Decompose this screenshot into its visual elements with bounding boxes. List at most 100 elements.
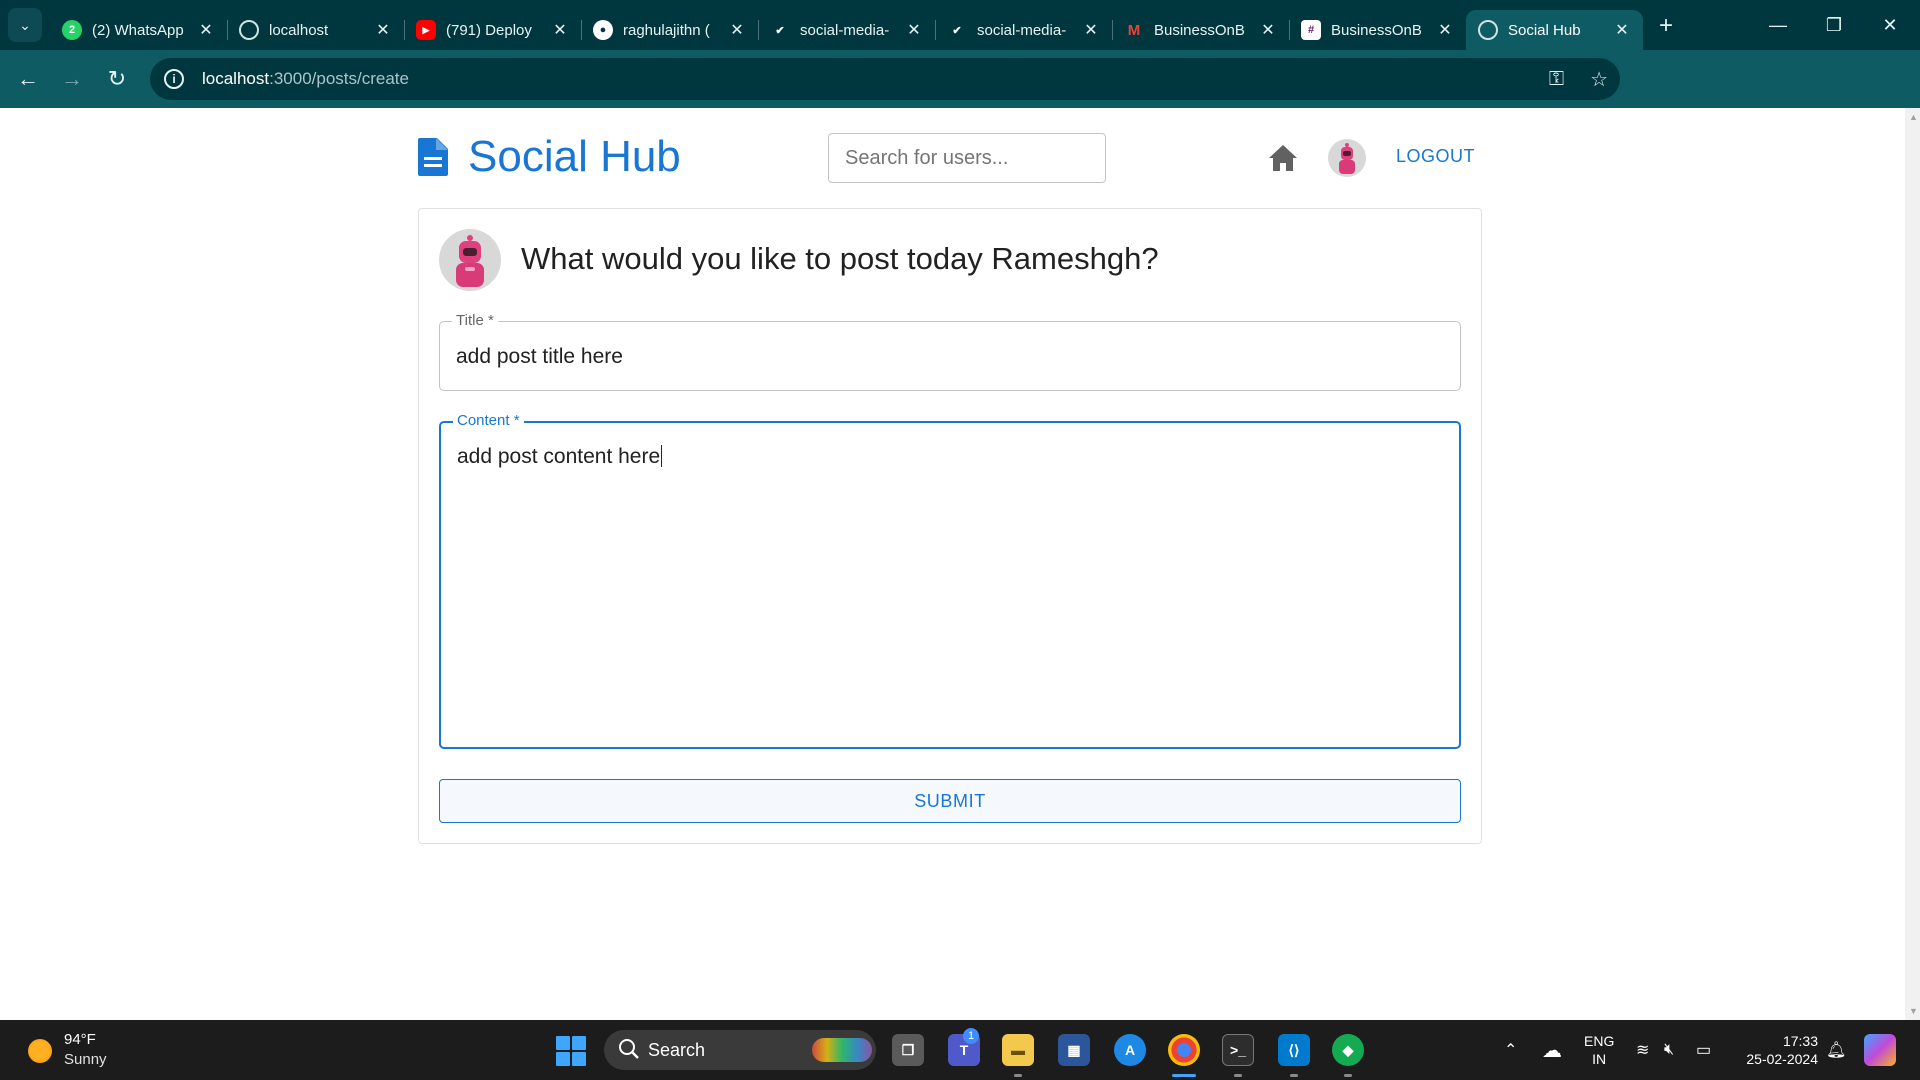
- content-field[interactable]: Content * add post content here: [439, 412, 1461, 749]
- submit-button[interactable]: SUBMIT: [439, 779, 1461, 823]
- app-running-indicator: [1014, 1074, 1022, 1077]
- tab-whatsapp[interactable]: 2 (2) WhatsApp ✕: [50, 10, 227, 50]
- notification-badge: 1: [963, 1028, 979, 1044]
- tab-social-media-1[interactable]: ✔ social-media- ✕: [758, 10, 935, 50]
- title-field[interactable]: Title * add post title here: [439, 312, 1461, 391]
- restore-button[interactable]: ❐: [1806, 0, 1862, 50]
- tab-slack[interactable]: # BusinessOnB ✕: [1289, 10, 1466, 50]
- text-caret: [661, 445, 663, 467]
- clock[interactable]: 17:33 25-02-2024: [1738, 1032, 1818, 1068]
- tab-title: BusinessOnB: [1331, 21, 1422, 39]
- close-icon[interactable]: ✕: [374, 20, 392, 40]
- tab-title: raghulajithn (: [623, 21, 710, 39]
- document-icon: [418, 138, 448, 176]
- tab-title: social-media-: [977, 21, 1067, 39]
- site-info-icon[interactable]: i: [164, 69, 184, 89]
- close-icon[interactable]: ✕: [728, 20, 746, 40]
- search-icon: [619, 1039, 639, 1059]
- post-prompt-heading: What would you like to post today Ramesh…: [521, 241, 1159, 276]
- slack-icon: #: [1301, 20, 1321, 40]
- onedrive-cloud-icon[interactable]: ☁: [1542, 1020, 1562, 1080]
- minimize-icon: —: [1769, 14, 1787, 35]
- search-users-input[interactable]: [828, 133, 1106, 183]
- render-icon: ✔: [952, 24, 962, 37]
- tab-title: BusinessOnB: [1154, 21, 1245, 39]
- app-active-indicator: [1172, 1074, 1196, 1077]
- avatar: [439, 229, 501, 291]
- taskbar-search[interactable]: Search: [604, 1030, 876, 1070]
- globe-icon: [1478, 20, 1498, 40]
- tab-search-button[interactable]: ⌄: [8, 8, 42, 42]
- chevron-down-icon: ⌄: [19, 16, 31, 33]
- app-running-indicator: [1344, 1074, 1352, 1077]
- tab-github[interactable]: ● raghulajithn ( ✕: [581, 10, 758, 50]
- robot-avatar-icon: [1339, 143, 1355, 174]
- github-icon: ●: [593, 20, 613, 40]
- mongodb-compass-icon[interactable]: ◆: [1332, 1034, 1364, 1066]
- chrome-icon[interactable]: [1168, 1034, 1200, 1066]
- tab-gmail[interactable]: M BusinessOnB ✕: [1112, 10, 1289, 50]
- weather-condition[interactable]: Sunny: [64, 1051, 107, 1068]
- task-view-icon[interactable]: ❐: [892, 1034, 924, 1066]
- vscode-icon[interactable]: ⟨⟩: [1278, 1034, 1310, 1066]
- title-label: Title *: [452, 312, 498, 330]
- content-textarea-value[interactable]: add post content here: [457, 445, 663, 469]
- content-label: Content *: [453, 412, 524, 430]
- reload-icon: ↻: [107, 66, 127, 91]
- password-key-icon[interactable]: ⚿: [1549, 68, 1564, 91]
- weather-temperature[interactable]: 94°F: [64, 1031, 96, 1048]
- windows-taskbar: 94°F Sunny Search ❐ T 1 ▬ ▦ A >_ ⟨⟩ ◆ ⌃ …: [0, 1020, 1920, 1080]
- close-icon[interactable]: ✕: [1613, 20, 1631, 40]
- youtube-icon: ▶: [416, 20, 436, 40]
- scroll-up-icon[interactable]: ▲: [1909, 112, 1918, 122]
- language-code: ENG: [1584, 1033, 1615, 1049]
- address-bar[interactable]: i localhost:3000/posts/create ⚿ ☆: [150, 58, 1620, 100]
- brand-title[interactable]: Social Hub: [468, 132, 681, 182]
- tab-social-hub[interactable]: Social Hub ✕: [1466, 10, 1643, 50]
- url-text[interactable]: localhost:3000/posts/create: [202, 69, 409, 89]
- copilot-icon[interactable]: [1864, 1034, 1896, 1066]
- app-running-indicator: [1290, 1074, 1298, 1077]
- close-icon[interactable]: ✕: [1082, 20, 1100, 40]
- holi-doodle-icon: [812, 1038, 872, 1062]
- avatar[interactable]: [1328, 139, 1366, 177]
- logout-link[interactable]: LOGOUT: [1396, 146, 1475, 167]
- close-icon[interactable]: ✕: [197, 20, 215, 40]
- battery-icon[interactable]: ▭: [1696, 1020, 1711, 1080]
- browser-toolbar: ← → ↻ i localhost:3000/posts/create ⚿ ☆ …: [0, 50, 1920, 143]
- tab-youtube[interactable]: ▶ (791) Deploy ✕: [404, 10, 581, 50]
- speaker-muted-icon[interactable]: 🔇︎: [1664, 1020, 1674, 1080]
- close-icon[interactable]: ✕: [905, 20, 923, 40]
- forward-button[interactable]: →: [50, 57, 94, 101]
- page-scrollbar[interactable]: ▲ ▼: [1905, 108, 1920, 1020]
- windows-start-icon[interactable]: [556, 1036, 586, 1066]
- chevron-up-icon[interactable]: ⌃: [1504, 1020, 1517, 1080]
- store-icon[interactable]: ▦: [1058, 1034, 1090, 1066]
- terminal-icon[interactable]: >_: [1222, 1034, 1254, 1066]
- wifi-icon[interactable]: ≋: [1636, 1020, 1649, 1080]
- back-button[interactable]: ←: [6, 57, 50, 101]
- app-a-icon[interactable]: A: [1114, 1034, 1146, 1066]
- reload-button[interactable]: ↻: [95, 57, 139, 101]
- back-arrow-icon: ←: [17, 66, 39, 91]
- title-input-value[interactable]: add post title here: [456, 345, 623, 369]
- minimize-button[interactable]: —: [1750, 0, 1806, 50]
- close-icon[interactable]: ✕: [1259, 20, 1277, 40]
- tab-social-media-2[interactable]: ✔ social-media- ✕: [935, 10, 1112, 50]
- whatsapp-icon: 2: [62, 20, 82, 40]
- tab-localhost[interactable]: localhost ✕: [227, 10, 404, 50]
- robot-avatar-icon: [456, 235, 484, 287]
- sun-icon[interactable]: [28, 1039, 52, 1063]
- tab-title: Social Hub: [1508, 21, 1581, 39]
- notification-bell-icon[interactable]: 🔔︎: [1826, 1020, 1846, 1080]
- new-tab-button[interactable]: +: [1649, 9, 1683, 43]
- file-explorer-icon[interactable]: ▬: [1002, 1034, 1034, 1066]
- scroll-down-icon[interactable]: ▼: [1909, 1006, 1918, 1016]
- close-icon[interactable]: ✕: [551, 20, 569, 40]
- page-content: Social Hub LOGOUT What would you l: [0, 108, 1905, 1020]
- bookmark-star-icon[interactable]: ☆: [1590, 67, 1608, 92]
- close-icon[interactable]: ✕: [1436, 20, 1454, 40]
- language-indicator[interactable]: ENG IN: [1584, 1032, 1614, 1068]
- close-window-button[interactable]: ✕: [1862, 0, 1918, 50]
- home-icon[interactable]: [1268, 144, 1298, 172]
